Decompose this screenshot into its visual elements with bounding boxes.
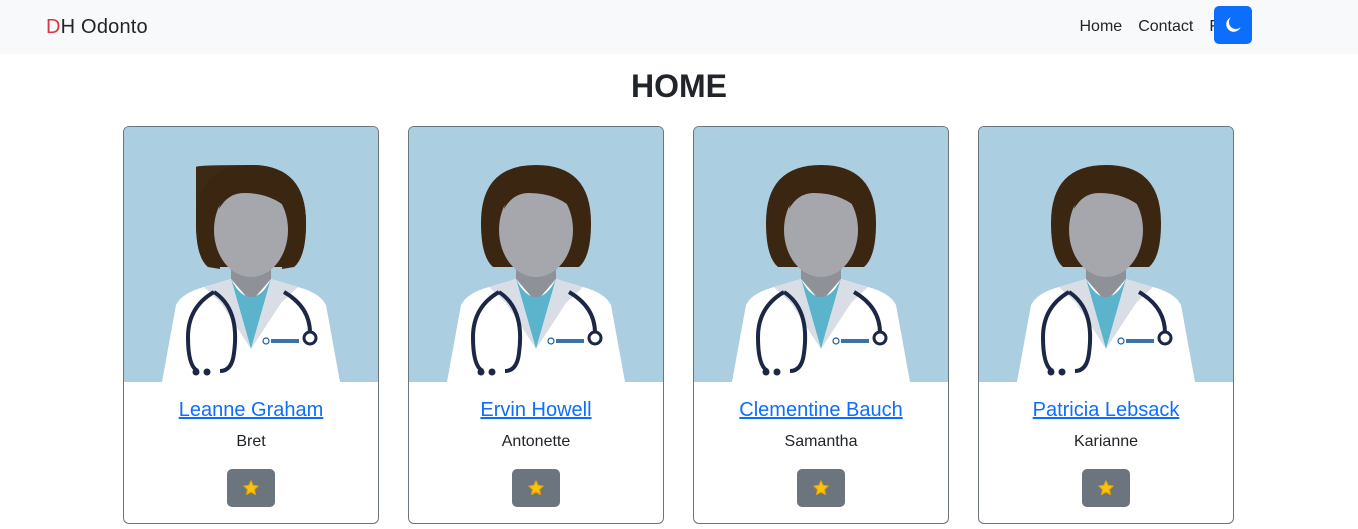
dentist-name-link[interactable]: Ervin Howell bbox=[409, 399, 663, 422]
star-icon bbox=[528, 480, 544, 496]
star-icon bbox=[813, 480, 829, 496]
add-favorite-button[interactable] bbox=[797, 469, 845, 507]
doctor-avatar-image bbox=[124, 127, 378, 382]
doctor-avatar-image bbox=[409, 127, 663, 382]
dentist-username: Bret bbox=[236, 433, 266, 450]
dentist-card: Ervin Howell Antonette bbox=[408, 126, 664, 524]
brand-rest: H Odonto bbox=[60, 16, 148, 38]
dentist-card: Clementine Bauch Samantha bbox=[693, 126, 949, 524]
brand-first-letter: D bbox=[46, 16, 61, 38]
page-title: HOME bbox=[631, 68, 727, 104]
dentist-name-link[interactable]: Leanne Graham bbox=[124, 399, 378, 422]
dentist-name-link[interactable]: Patricia Lebsack bbox=[979, 399, 1233, 422]
dentist-username: Samantha bbox=[784, 433, 858, 450]
dentist-username: Antonette bbox=[501, 433, 571, 450]
add-favorite-button[interactable] bbox=[1082, 469, 1130, 507]
dentist-card: Patricia Lebsack Karianne bbox=[978, 126, 1234, 524]
nav-link-contact[interactable]: Contact bbox=[1130, 18, 1201, 36]
star-icon bbox=[1098, 480, 1114, 496]
navbar: DH Odonto Home Contact Favs bbox=[0, 0, 1358, 54]
moon-icon bbox=[1226, 17, 1241, 32]
brand-logo[interactable]: DH Odonto bbox=[46, 16, 148, 39]
dentist-name-link[interactable]: Clementine Bauch bbox=[694, 399, 948, 422]
add-favorite-button[interactable] bbox=[512, 469, 560, 507]
theme-toggle-button[interactable] bbox=[1214, 6, 1252, 44]
doctor-avatar-image bbox=[694, 127, 948, 382]
nav-link-home[interactable]: Home bbox=[1072, 18, 1131, 36]
doctor-avatar-image bbox=[979, 127, 1233, 382]
star-icon bbox=[243, 480, 259, 496]
add-favorite-button[interactable] bbox=[227, 469, 275, 507]
dentist-username: Karianne bbox=[1073, 433, 1139, 450]
dentist-card: Leanne Graham Bret bbox=[123, 126, 379, 524]
